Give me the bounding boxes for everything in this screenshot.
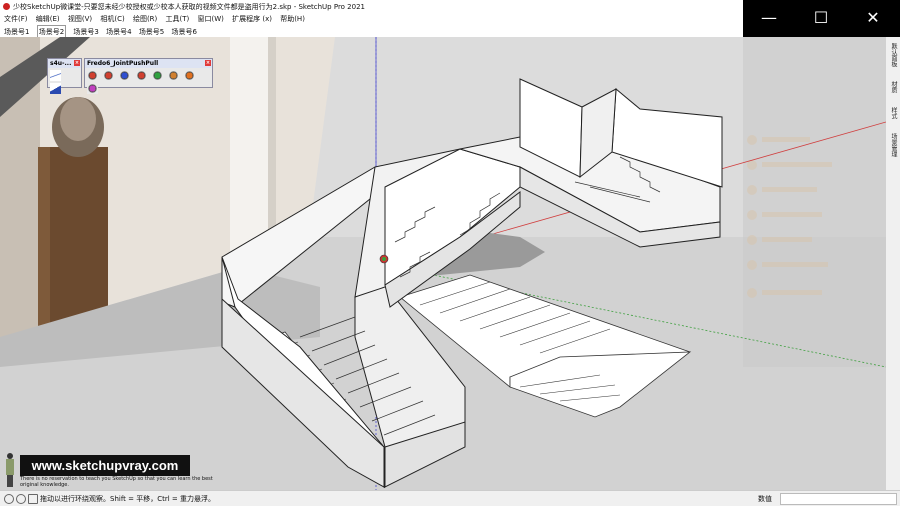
model-viewport[interactable]: s4u-... × Fredo6_JointPushPull × bbox=[0, 37, 886, 490]
menu-tools[interactable]: 工具(T) bbox=[166, 14, 190, 25]
s4u-toolbar-close-icon[interactable]: × bbox=[74, 60, 80, 66]
right-tray-tabs: 默认面板 材质 样式 场景管理 bbox=[886, 37, 900, 490]
status-hint: 拖动以进行环绕观察。Shift = 平移，Ctrl = 重力悬浮。 bbox=[40, 495, 215, 503]
normal-pushpull-icon[interactable] bbox=[119, 70, 131, 81]
menu-window[interactable]: 窗口(W) bbox=[198, 14, 224, 25]
tray-tab-styles[interactable]: 样式 bbox=[888, 107, 898, 119]
watermark-tagline: There is no reservation to teach you Ske… bbox=[20, 476, 213, 488]
s4u-toolbar-title: s4u-... × bbox=[48, 59, 81, 68]
follow-pushpull-icon[interactable] bbox=[151, 70, 163, 81]
measurements-label: 数值 bbox=[758, 495, 772, 503]
menu-view[interactable]: 视图(V) bbox=[68, 14, 92, 25]
fredo-jointpushpull-toolbar[interactable]: Fredo6_JointPushPull × bbox=[84, 58, 213, 94]
scene-tabs: 场景号1 场景号2 场景号3 场景号4 场景号5 场景号6 bbox=[0, 25, 743, 38]
status-bar: 拖动以进行环绕观察。Shift = 平移，Ctrl = 重力悬浮。 数值 bbox=[0, 490, 900, 506]
fredo-toolbar-close-icon[interactable]: × bbox=[205, 60, 211, 66]
s4u-toolbar[interactable]: s4u-... × bbox=[47, 58, 82, 94]
person-figure bbox=[5, 453, 15, 489]
menu-edit[interactable]: 编辑(E) bbox=[36, 14, 60, 25]
window-controls: — ☐ ✕ bbox=[743, 0, 900, 37]
tray-tab-default[interactable]: 默认面板 bbox=[888, 43, 898, 67]
faded-tray-overlay bbox=[743, 37, 886, 367]
s4u-line-icon[interactable] bbox=[50, 70, 61, 81]
extrude-pushpull-icon[interactable] bbox=[135, 70, 147, 81]
settings-pushpull-icon[interactable] bbox=[87, 83, 98, 94]
menu-file[interactable]: 文件(F) bbox=[4, 14, 28, 25]
joint-pushpull-icon[interactable] bbox=[87, 70, 98, 81]
s4u-toolbar-icons bbox=[48, 68, 81, 98]
fredo-toolbar-title: Fredo6_JointPushPull × bbox=[85, 59, 212, 68]
menu-bar: 文件(F) 编辑(E) 视图(V) 相机(C) 绘图(R) 工具(T) 窗口(W… bbox=[0, 14, 743, 25]
tray-tab-scenes[interactable]: 场景管理 bbox=[888, 133, 898, 157]
watermark-brand: www.sketchupvray.com bbox=[20, 455, 190, 476]
user-icon[interactable] bbox=[16, 494, 26, 504]
vector-pushpull-icon[interactable] bbox=[103, 70, 115, 81]
s4u-slope-icon[interactable] bbox=[50, 83, 61, 94]
warning-icon[interactable] bbox=[28, 494, 38, 504]
menu-draw[interactable]: 绘图(R) bbox=[133, 14, 157, 25]
minimize-button[interactable]: — bbox=[743, 0, 795, 37]
info-icon[interactable] bbox=[4, 494, 14, 504]
fredo-toolbar-icons bbox=[85, 68, 212, 98]
menu-camera[interactable]: 相机(C) bbox=[100, 14, 124, 25]
maximize-button[interactable]: ☐ bbox=[795, 0, 847, 37]
thicken-icon[interactable] bbox=[168, 70, 180, 81]
measurements-box[interactable] bbox=[780, 493, 897, 505]
close-button[interactable]: ✕ bbox=[847, 0, 899, 37]
menu-help[interactable]: 帮助(H) bbox=[280, 14, 305, 25]
axis-origin-marker bbox=[379, 254, 389, 264]
undo-pushpull-icon[interactable] bbox=[184, 70, 196, 81]
viewport-canvas bbox=[0, 37, 886, 490]
menu-extensions[interactable]: 扩展程序 (x) bbox=[232, 14, 272, 25]
sketchup-app-icon[interactable] bbox=[3, 3, 10, 10]
window-title: 少校SketchUp微课堂-只要您未经少校授权或少校本人获取的视频文件都是盗用行… bbox=[13, 3, 365, 11]
tray-tab-materials[interactable]: 材质 bbox=[888, 81, 898, 93]
